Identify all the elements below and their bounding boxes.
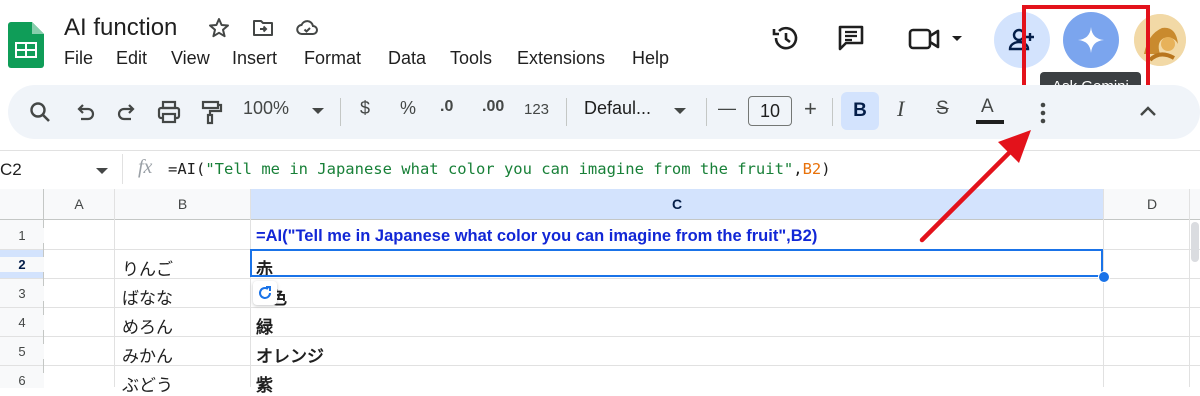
menu-data[interactable]: Data [388, 48, 426, 69]
selected-cell-outline [250, 249, 1103, 277]
percent-format-button[interactable]: % [400, 98, 416, 119]
video-icon[interactable] [906, 24, 966, 54]
formula-bar-divider [122, 154, 123, 184]
menu-view[interactable]: View [171, 48, 210, 69]
undo-icon[interactable] [72, 99, 98, 125]
row-header-2[interactable]: 2 [0, 257, 44, 272]
row-header-6[interactable]: 6 [0, 373, 44, 388]
cell-c5[interactable]: オレンジ [256, 342, 324, 367]
toolbar-divider [340, 98, 341, 126]
cell-b4[interactable]: めろん [122, 313, 173, 338]
menu-format[interactable]: Format [304, 48, 361, 69]
row-header-3[interactable]: 3 [0, 286, 44, 301]
search-icon[interactable] [27, 99, 53, 125]
formula-string: "Tell me in Japanese what color you can … [205, 160, 794, 178]
chevron-up-icon[interactable] [1137, 100, 1159, 122]
menu-file[interactable]: File [64, 48, 93, 69]
row-header-4[interactable]: 4 [0, 315, 44, 330]
formula-prefix: =AI( [168, 160, 206, 178]
row-header-1[interactable]: 1 [0, 228, 44, 243]
bold-label: B [853, 100, 867, 121]
document-title[interactable]: AI function [64, 14, 177, 42]
font-select[interactable]: Defaul... [584, 98, 651, 119]
redo-icon[interactable] [114, 99, 140, 125]
cell-b2[interactable]: りんご [122, 255, 173, 280]
font-dropdown-icon[interactable] [673, 106, 687, 116]
font-size-input[interactable]: 10 [748, 96, 792, 126]
zoom-dropdown-icon[interactable] [311, 106, 325, 116]
increase-font-size-button[interactable]: + [804, 96, 817, 122]
print-icon[interactable] [156, 99, 182, 125]
name-box-dropdown-icon[interactable] [95, 166, 109, 176]
column-header-d[interactable]: D [1104, 189, 1200, 219]
grid-line [0, 307, 1200, 308]
vertical-scrollbar[interactable] [1191, 222, 1199, 262]
menu-help[interactable]: Help [632, 48, 669, 69]
sheets-logo[interactable] [8, 22, 44, 68]
grid-line [1189, 189, 1190, 387]
formula-comma: , [793, 160, 803, 178]
currency-format-button[interactable]: $ [360, 98, 370, 119]
cell-c1[interactable]: =AI("Tell me in Japanese what color you … [256, 227, 817, 246]
text-color-button[interactable]: A [981, 96, 994, 118]
cell-b5[interactable]: みかん [122, 342, 173, 367]
cloud-icon[interactable] [295, 16, 319, 40]
cell-b3[interactable]: ばなな [122, 284, 173, 309]
column-header-b[interactable]: B [115, 189, 250, 219]
menu-edit[interactable]: Edit [116, 48, 147, 69]
annotation-arrow [919, 130, 1031, 243]
row-header-5[interactable]: 5 [0, 344, 44, 359]
more-formats-button[interactable]: 123 [524, 101, 549, 118]
move-folder-icon[interactable] [251, 16, 275, 40]
name-box[interactable]: C2 [0, 160, 22, 180]
grid-line [1103, 189, 1104, 387]
decrease-decimal-button[interactable]: .0 [440, 98, 453, 116]
column-header-a[interactable]: A [44, 189, 114, 219]
row-header-bar [0, 220, 44, 387]
menu-insert[interactable]: Insert [232, 48, 277, 69]
cell-c6[interactable]: 紫 [256, 371, 273, 396]
toolbar-divider [566, 98, 567, 126]
history-icon[interactable] [770, 23, 800, 53]
grid-line [0, 365, 1200, 366]
toolbar-divider [706, 98, 707, 126]
refresh-icon [259, 286, 271, 299]
formula-suffix: ) [821, 160, 831, 178]
italic-button[interactable]: I [897, 96, 904, 122]
menu-extensions[interactable]: Extensions [517, 48, 605, 69]
formula-cell-ref: B2 [802, 160, 822, 178]
ai-refresh-button[interactable] [253, 281, 277, 305]
menu-tools[interactable]: Tools [450, 48, 492, 69]
grid-line [250, 189, 251, 387]
formula-input[interactable]: =AI("Tell me in Japanese what color you … [168, 160, 831, 178]
comment-icon[interactable] [836, 23, 866, 53]
cell-b6[interactable]: ぶどう [122, 371, 173, 396]
paint-format-icon[interactable] [198, 99, 224, 125]
decrease-font-size-button[interactable]: — [718, 98, 736, 119]
fx-icon: fx [138, 156, 153, 178]
toolbar-divider [832, 98, 833, 126]
zoom-select[interactable]: 100% [243, 98, 289, 119]
fill-handle[interactable] [1098, 271, 1110, 283]
star-icon[interactable] [207, 16, 231, 40]
grid-line [0, 278, 1200, 279]
bold-button[interactable]: B [841, 92, 879, 130]
strikethrough-button[interactable]: S [936, 98, 949, 120]
increase-decimal-button[interactable]: .00 [482, 98, 504, 116]
grid-line [0, 336, 1200, 337]
grid-line [114, 189, 115, 387]
cell-c4[interactable]: 緑 [256, 313, 273, 338]
